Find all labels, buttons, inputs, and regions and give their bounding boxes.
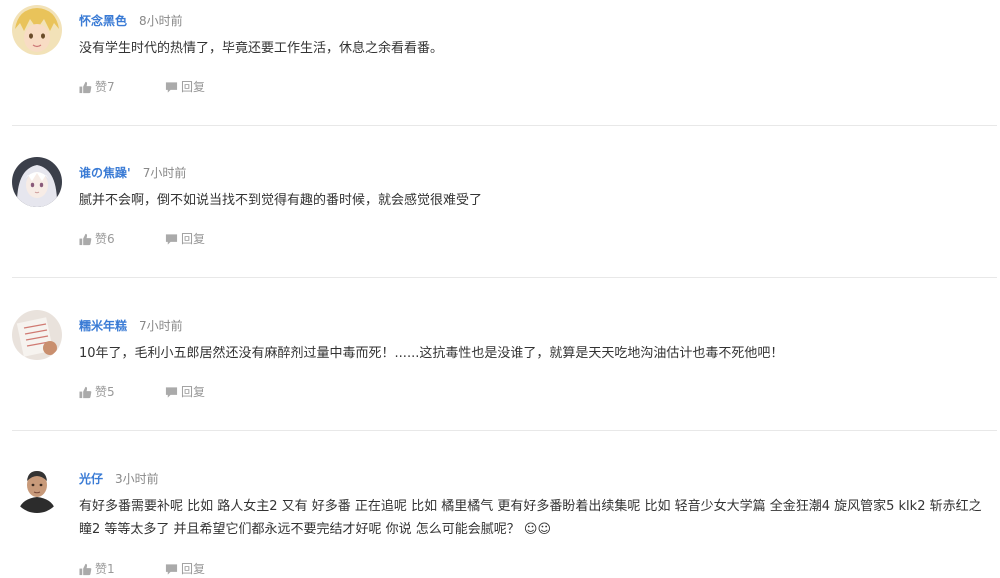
- comment-text: 有好多番需要补呢 比如 路人女主2 又有 好多番 正在追呢 比如 橘里橘气 更有…: [79, 499, 982, 537]
- avatar[interactable]: [12, 310, 62, 360]
- divider: [12, 430, 997, 431]
- like-button[interactable]: 赞1: [79, 561, 115, 577]
- divider: [12, 277, 997, 278]
- like-count: 赞1: [95, 562, 115, 576]
- comment-meta: 光仔 3小时前: [79, 471, 159, 487]
- comment-meta: 谁の焦躁' 7小时前: [79, 165, 186, 181]
- divider: [12, 125, 997, 126]
- comment-text: 没有学生时代的热情了，毕竟还要工作生活，休息之余看看番。: [79, 41, 444, 56]
- thumbs-up-icon: [79, 81, 92, 93]
- like-button[interactable]: 赞7: [79, 79, 115, 95]
- reply-button[interactable]: 回复: [165, 231, 205, 247]
- thumbs-up-icon: [79, 563, 92, 575]
- speech-bubble-icon: [165, 233, 178, 245]
- comment-time: 7小时前: [142, 166, 187, 180]
- username-link[interactable]: 糯米年糕: [79, 319, 127, 333]
- thumbs-up-icon: [79, 386, 92, 398]
- reply-label: 回复: [181, 385, 206, 399]
- reply-label: 回复: [181, 562, 206, 576]
- reply-label: 回复: [181, 232, 206, 246]
- speech-bubble-icon: [165, 81, 178, 93]
- thumbs-up-icon: [79, 233, 92, 245]
- speech-bubble-icon: [165, 563, 178, 575]
- like-button[interactable]: 赞6: [79, 231, 115, 247]
- avatar[interactable]: [12, 463, 62, 513]
- reply-label: 回复: [181, 80, 206, 94]
- reply-button[interactable]: 回复: [165, 384, 205, 400]
- username-link[interactable]: 谁の焦躁': [79, 166, 131, 180]
- comment-meta: 怀念黑色 8小时前: [79, 13, 183, 29]
- username-link[interactable]: 光仔: [79, 472, 103, 486]
- comment-time: 8小时前: [139, 14, 183, 28]
- speech-bubble-icon: [165, 386, 178, 398]
- comment-text: 腻并不会啊，倒不如说当找不到觉得有趣的番时候，就会感觉很难受了: [79, 193, 483, 208]
- like-count: 赞6: [95, 232, 115, 246]
- like-count: 赞7: [95, 80, 115, 94]
- avatar[interactable]: [12, 157, 62, 207]
- like-button[interactable]: 赞5: [79, 384, 115, 400]
- reply-button[interactable]: 回复: [165, 561, 205, 577]
- like-count: 赞5: [95, 385, 115, 399]
- username-link[interactable]: 怀念黑色: [79, 14, 127, 28]
- comment-time: 3小时前: [115, 472, 159, 486]
- comment-text: 10年了，毛利小五郎居然还没有麻醉剂过量中毒而死！......这抗毒性也是没谁了…: [79, 346, 784, 361]
- comment-meta: 糯米年糕 7小时前: [79, 318, 183, 334]
- avatar[interactable]: [12, 5, 62, 55]
- comment-time: 7小时前: [139, 319, 183, 333]
- reply-button[interactable]: 回复: [165, 79, 205, 95]
